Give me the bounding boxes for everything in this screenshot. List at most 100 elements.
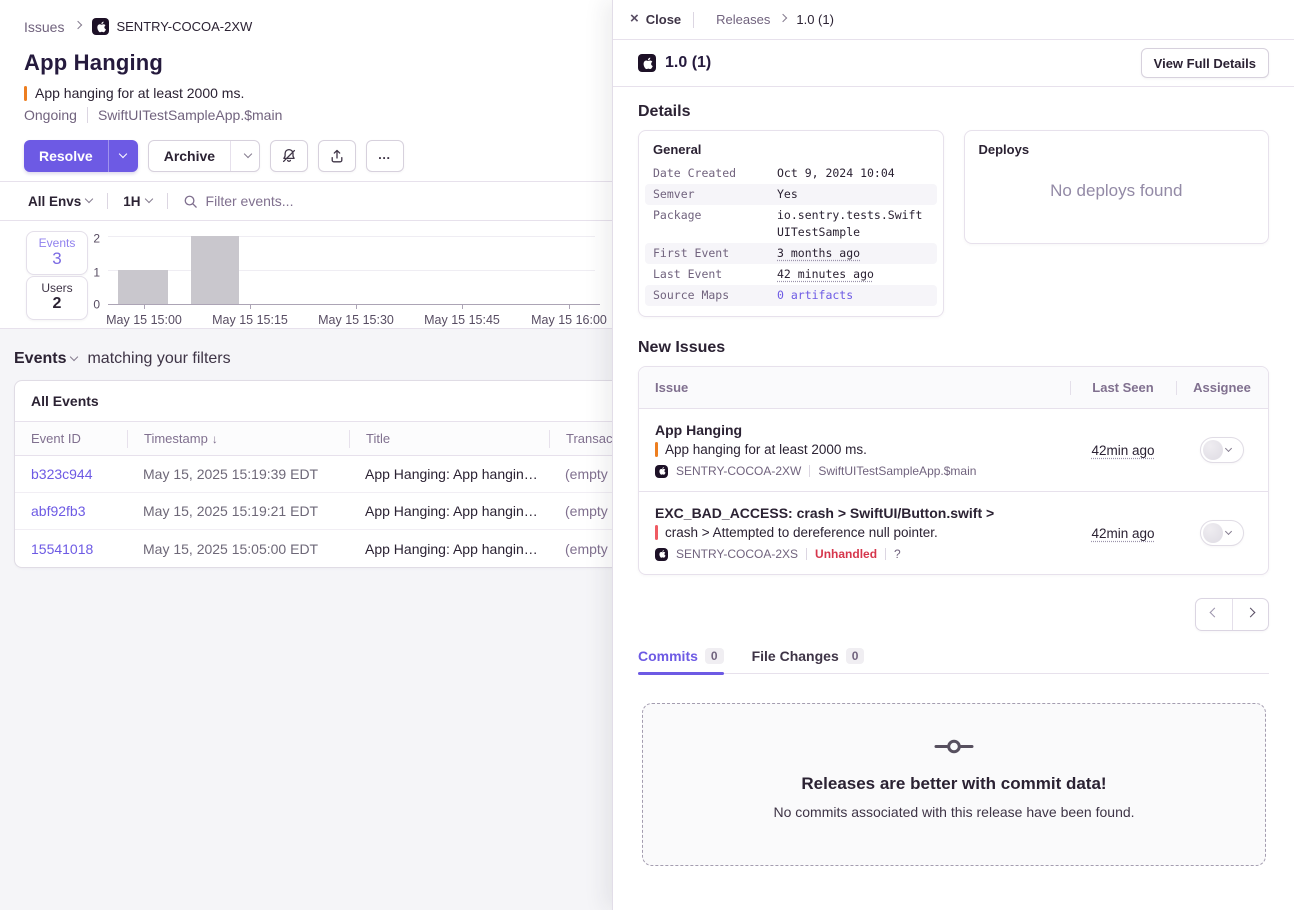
issue-details-page: Issues SENTRY-COCOA-2XW App Hanging App … <box>0 0 612 910</box>
assignee-dropdown[interactable] <box>1200 520 1244 546</box>
column-header-title[interactable]: Title <box>349 430 549 448</box>
issue-subtitle-row: crash > Attempted to dereference null po… <box>655 525 1070 540</box>
next-page-button[interactable] <box>1232 599 1268 630</box>
new-issues-card: IssueLast SeenAssignee App HangingApp ha… <box>638 366 1269 575</box>
event-id-link[interactable]: b323c944 <box>15 466 127 482</box>
issue-subtitle: App hanging for at least 2000 ms. <box>35 85 244 101</box>
breadcrumb: Issues SENTRY-COCOA-2XW <box>0 0 612 35</box>
column-header-id[interactable]: Event ID <box>15 430 127 448</box>
chart-bar <box>118 270 168 304</box>
divider <box>167 193 168 209</box>
general-row: Packageio.sentry.tests.SwiftUITestSample <box>645 205 937 243</box>
events-table-body: b323c944May 15, 2025 15:19:39 EDTApp Han… <box>15 456 612 567</box>
tab-count-badge: 0 <box>705 648 724 664</box>
details-cards: General Date CreatedOct 9, 2024 10:04Sem… <box>638 130 1269 317</box>
assignee-dropdown[interactable] <box>1200 437 1244 463</box>
general-row-value: Yes <box>777 186 929 203</box>
issue-cell: App HangingApp hanging for at least 2000… <box>639 422 1070 478</box>
general-row-label: Date Created <box>653 165 777 182</box>
event-timestamp: May 15, 2025 15:05:00 EDT <box>127 541 349 557</box>
general-row-label: Semver <box>653 186 777 203</box>
share-button[interactable] <box>318 140 356 172</box>
avatar <box>1203 440 1223 460</box>
general-row: Last Event42 minutes ago <box>645 264 937 285</box>
general-rows: Date CreatedOct 9, 2024 10:04SemverYesPa… <box>653 163 929 306</box>
tab-commits[interactable]: Commits0 <box>638 648 724 673</box>
divider <box>885 548 886 560</box>
table-row[interactable]: b323c944May 15, 2025 15:19:39 EDTApp Han… <box>15 456 612 493</box>
period-filter[interactable]: 1H <box>123 194 151 209</box>
event-transaction: (empty str… <box>549 541 612 557</box>
issue-meta-row: SENTRY-COCOA-2XSUnhandled? <box>655 547 1070 561</box>
bell-slash-icon <box>281 148 297 164</box>
chart-gridline <box>108 270 595 271</box>
column-header-tx[interactable]: Transaction <box>549 430 612 448</box>
filter-bar: All Envs 1H <box>0 181 612 221</box>
event-id-link[interactable]: 15541018 <box>15 541 127 557</box>
chevron-down-icon <box>144 195 152 203</box>
close-icon: × <box>630 11 639 26</box>
column-header-ts[interactable]: Timestamp↓ <box>127 430 349 448</box>
table-row[interactable]: abf92fb3May 15, 2025 15:19:21 EDTApp Han… <box>15 493 612 530</box>
page-title: App Hanging <box>24 50 612 76</box>
mute-button[interactable] <box>270 140 308 172</box>
project-slug: SENTRY-COCOA-2XW <box>116 19 252 34</box>
stat-toggle-events[interactable]: Events3 <box>26 231 88 275</box>
resolve-button[interactable]: Resolve <box>24 140 108 172</box>
stat-label: Users <box>27 281 87 295</box>
x-axis-tick-label: May 15 15:00 <box>96 313 192 327</box>
view-full-details-button[interactable]: View Full Details <box>1141 48 1269 78</box>
event-id-link[interactable]: abf92fb3 <box>15 503 127 519</box>
level-indicator-bar <box>24 86 27 101</box>
filter-events-input[interactable] <box>206 193 506 209</box>
close-button[interactable]: × Close <box>630 12 681 27</box>
source-maps-link[interactable]: 0 artifacts <box>777 287 929 304</box>
issue-context: SwiftUITestSampleApp.$main <box>98 107 282 123</box>
event-transaction: (empty str… <box>549 466 612 482</box>
general-row: Date CreatedOct 9, 2024 10:04 <box>645 163 937 184</box>
more-actions-button[interactable]: … <box>366 140 404 172</box>
avatar <box>1203 523 1223 543</box>
tab-file-changes[interactable]: File Changes0 <box>752 648 865 673</box>
issue-actions: Resolve Archive … <box>24 140 612 172</box>
archive-button[interactable]: Archive <box>149 141 230 171</box>
issues-column-asgn: Assignee <box>1176 380 1268 395</box>
previous-page-button[interactable] <box>1196 599 1232 630</box>
issues-column-issue: Issue <box>639 380 1070 395</box>
apple-platform-icon <box>655 465 668 478</box>
event-timestamp: May 15, 2025 15:19:21 EDT <box>127 503 349 519</box>
events-section-heading: Events matching your filters <box>14 350 612 368</box>
chevron-down-icon <box>85 195 93 203</box>
event-transaction: (empty str… <box>549 503 612 519</box>
general-card-title: General <box>653 142 929 157</box>
general-row-label: First Event <box>653 245 777 262</box>
event-title: App Hanging: App hangin… <box>349 466 549 482</box>
issue-header: Issues SENTRY-COCOA-2XW App Hanging App … <box>0 0 612 329</box>
event-title: App Hanging: App hangin… <box>349 503 549 519</box>
breadcrumb-project[interactable]: SENTRY-COCOA-2XW <box>92 18 252 35</box>
issue-title-link[interactable]: EXC_BAD_ACCESS: crash > SwiftUI/Button.s… <box>655 505 1070 521</box>
heading-suffix: matching your filters <box>87 350 230 368</box>
stat-label: Events <box>27 236 87 250</box>
issue-title-link[interactable]: App Hanging <box>655 422 1070 438</box>
deploys-empty-text: No deploys found <box>979 181 1255 201</box>
issue-row[interactable]: App HangingApp hanging for at least 2000… <box>639 409 1268 492</box>
chevron-down-icon <box>119 150 127 158</box>
divider <box>693 12 694 28</box>
new-issues-heading: New Issues <box>638 339 1269 357</box>
table-row[interactable]: 15541018May 15, 2025 15:05:00 EDTApp Han… <box>15 530 612 567</box>
environment-filter[interactable]: All Envs <box>28 194 92 209</box>
x-axis-tick-label: May 15 15:45 <box>414 313 510 327</box>
issue-row[interactable]: EXC_BAD_ACCESS: crash > SwiftUI/Button.s… <box>639 492 1268 574</box>
events-dropdown[interactable]: Events <box>14 350 66 368</box>
apple-platform-icon <box>655 548 668 561</box>
archive-dropdown-button[interactable] <box>230 141 259 171</box>
breadcrumb-issues-link[interactable]: Issues <box>24 19 64 35</box>
issues-table-body: App HangingApp hanging for at least 2000… <box>639 409 1268 574</box>
search-icon <box>183 194 198 209</box>
stat-toggle-users[interactable]: Users2 <box>26 276 88 320</box>
chevron-down-icon <box>70 353 78 361</box>
breadcrumb-releases-link[interactable]: Releases <box>716 12 770 27</box>
resolve-dropdown-button[interactable] <box>108 140 138 172</box>
chevron-right-icon <box>74 20 82 28</box>
